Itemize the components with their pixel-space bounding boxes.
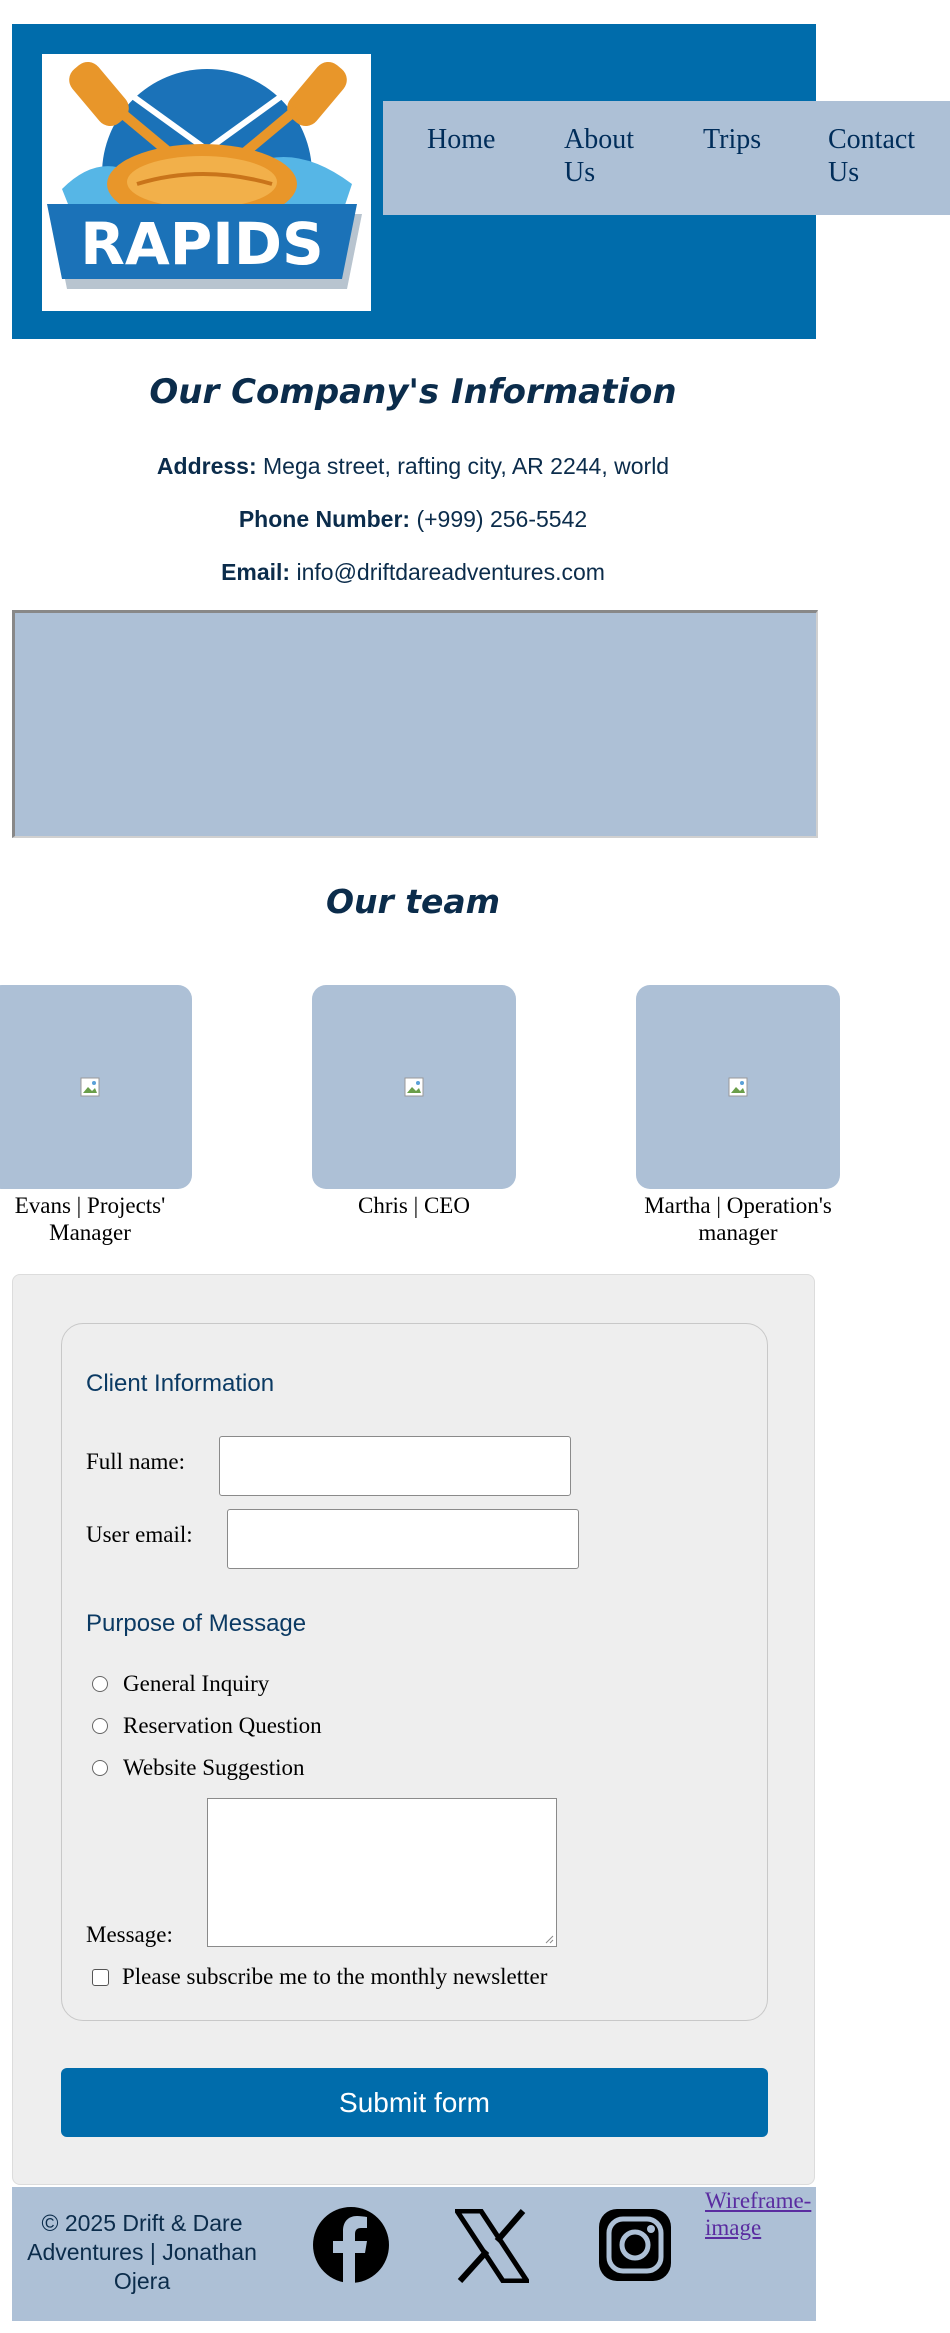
team-photo-evans — [0, 985, 192, 1189]
option-label-reservation: Reservation Question — [123, 1713, 322, 1738]
user-email-input[interactable] — [227, 1509, 579, 1569]
nav-about[interactable]: About Us — [564, 123, 634, 189]
option-label-general: General Inquiry — [123, 1671, 270, 1696]
x-icon[interactable] — [455, 2209, 529, 2283]
broken-image-icon — [728, 1077, 748, 1097]
phone-line: Phone Number: (+999) 256-5542 — [0, 506, 826, 533]
nav-trips[interactable]: Trips — [703, 123, 761, 156]
instagram-icon[interactable] — [599, 2209, 671, 2281]
radio-general-inquiry[interactable] — [92, 1676, 108, 1692]
team-photo-chris — [312, 985, 516, 1189]
contact-form: Client Information Full name: User email… — [12, 1274, 815, 2185]
nav-home[interactable]: Home — [427, 123, 495, 156]
phone-label: Phone Number: — [238, 506, 411, 532]
nav-contact[interactable]: Contact Us — [828, 123, 915, 189]
fullname-label: Full name: — [86, 1449, 186, 1474]
email-label: Email: — [221, 559, 291, 585]
facebook-icon[interactable] — [313, 2207, 389, 2283]
message-label: Message: — [86, 1922, 173, 1947]
team-caption-chris: Chris | CEO — [358, 1193, 470, 1218]
team-photo-martha — [636, 985, 840, 1189]
logo-text: RAPIDS — [80, 210, 324, 278]
broken-image-icon — [80, 1077, 100, 1097]
purpose-legend: Purpose of Message — [86, 1610, 307, 1637]
email-line: Email: info@driftdareadventures.com — [0, 559, 826, 586]
address-line: Address: Mega street, rafting city, AR 2… — [0, 453, 826, 480]
map-embed[interactable] — [12, 610, 818, 838]
wireframe-image-link[interactable]: Wireframe-image — [705, 2187, 825, 2241]
team-title: Our team — [325, 882, 501, 921]
submit-button[interactable]: Submit form — [61, 2068, 768, 2137]
fullname-input[interactable] — [219, 1436, 571, 1496]
address-label: Address: — [156, 453, 257, 479]
email-value: info@driftdareadventures.com — [296, 559, 605, 585]
newsletter-label: Please subscribe me to the monthly newsl… — [122, 1964, 548, 1989]
option-label-website: Website Suggestion — [123, 1755, 305, 1780]
client-fieldset: Client Information Full name: User email… — [61, 1323, 768, 2021]
company-info-title: Our Company's Information — [149, 372, 677, 412]
team-caption-evans: Evans | Projects' Manager — [14, 1193, 166, 1245]
broken-image-icon — [404, 1077, 424, 1097]
message-textarea[interactable] — [207, 1798, 557, 1947]
radio-website-suggestion[interactable] — [92, 1760, 108, 1776]
radio-reservation-question[interactable] — [92, 1718, 108, 1734]
address-value: Mega street, rafting city, AR 2244, worl… — [263, 453, 670, 479]
phone-value: (+999) 256-5542 — [416, 506, 588, 532]
resize-grip-icon[interactable] — [544, 1934, 554, 1944]
rapids-logo[interactable]: RAPIDS — [42, 54, 371, 311]
user-email-label: User email: — [86, 1522, 193, 1547]
newsletter-checkbox[interactable] — [92, 1969, 109, 1986]
site-footer: © 2025 Drift & Dare Adventures | Jonatha… — [12, 2187, 816, 2321]
client-info-legend: Client Information — [86, 1370, 275, 1397]
copyright-text: © 2025 Drift & Dare Adventures | Jonatha… — [27, 2210, 257, 2294]
main-nav: Home About Us Trips Contact Us — [383, 101, 950, 215]
team-caption-martha: Martha | Operation's manager — [644, 1193, 832, 1245]
